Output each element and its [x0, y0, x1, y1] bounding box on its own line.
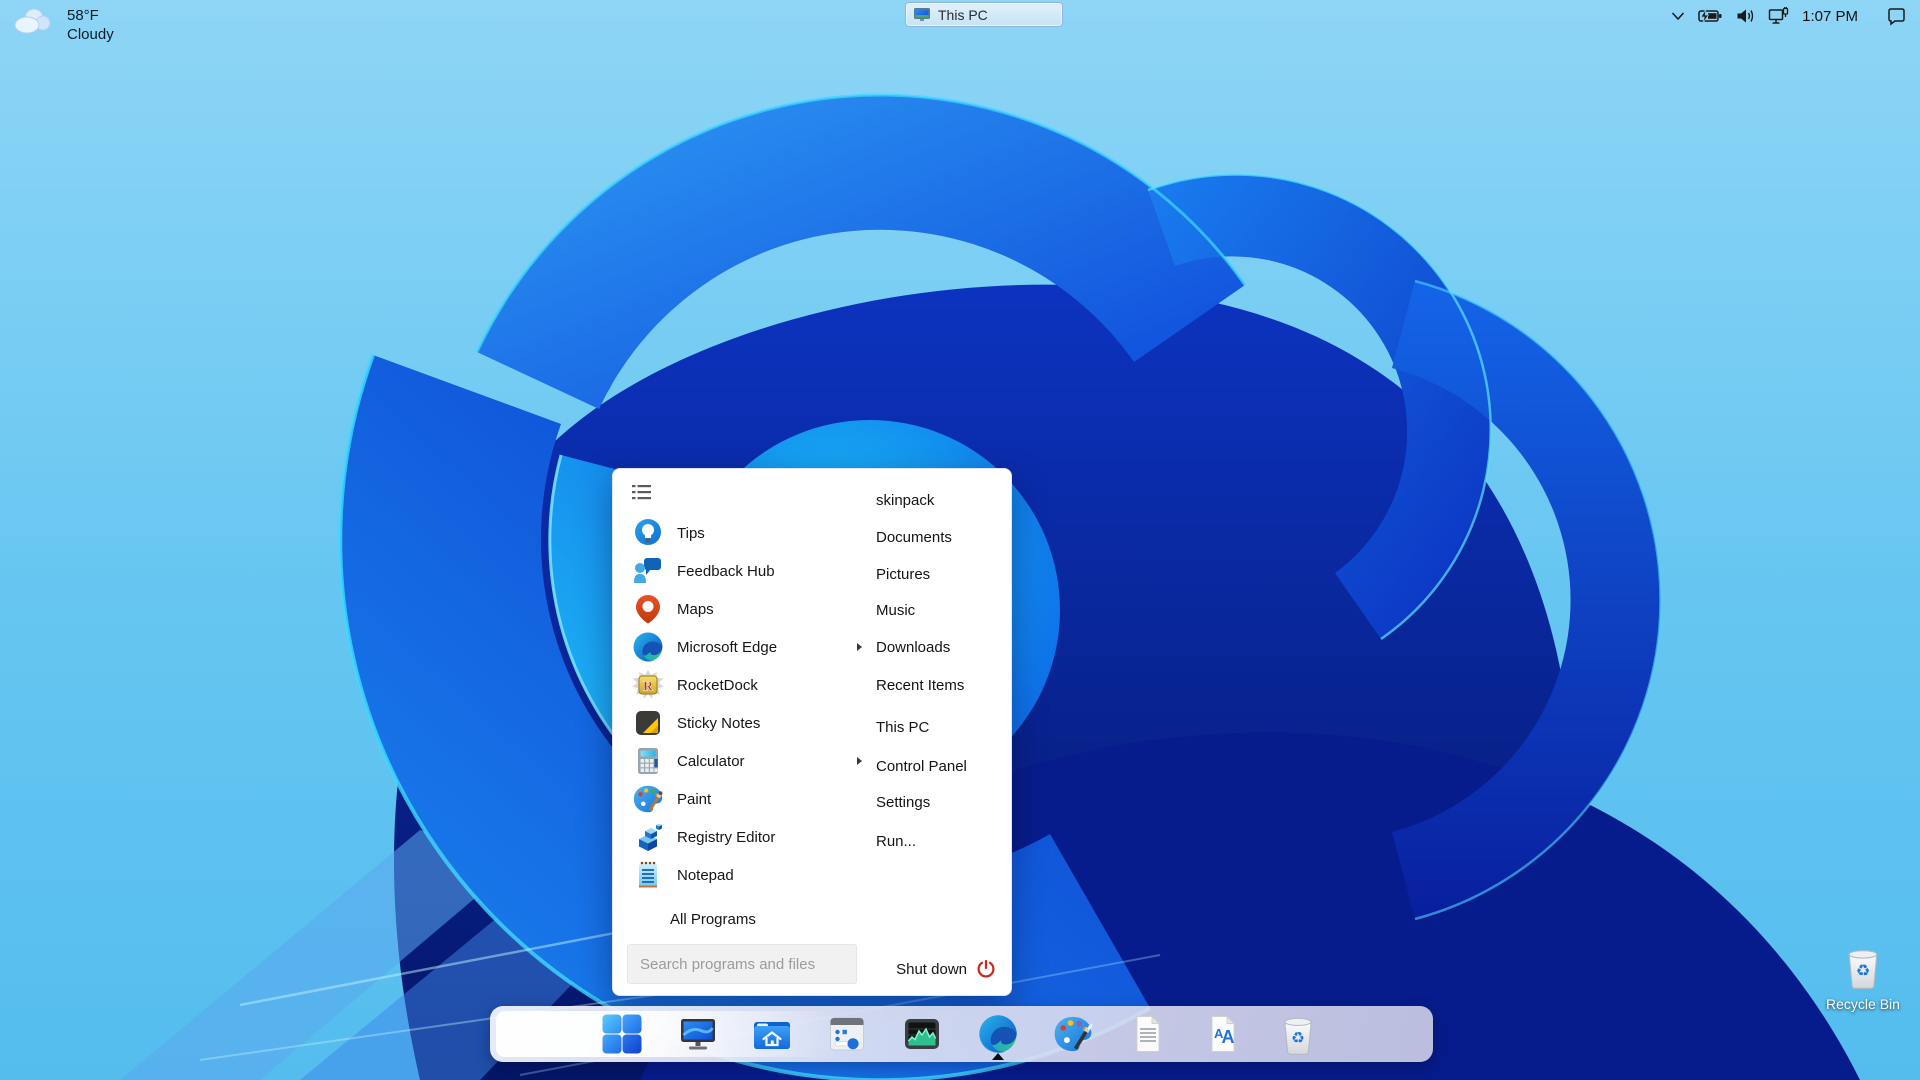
- recycle-bin-label: Recycle Bin: [1822, 996, 1904, 1012]
- computer-icon[interactable]: [676, 1012, 720, 1056]
- search-input[interactable]: [627, 944, 857, 984]
- edge-icon: [631, 630, 665, 664]
- place-music[interactable]: Music: [876, 600, 1001, 622]
- svg-text:♻: ♻: [1291, 1029, 1305, 1047]
- desktop: 58°F Cloudy This PC: [0, 0, 1920, 1080]
- registry-editor-icon: [631, 820, 665, 854]
- document-icon[interactable]: [1125, 1012, 1169, 1056]
- fonts-icon[interactable]: A A: [1200, 1012, 1244, 1056]
- weather-temperature: 58°F: [67, 6, 114, 25]
- menu-item-notepad[interactable]: Notepad: [631, 856, 864, 894]
- place-documents[interactable]: Documents: [876, 527, 1001, 549]
- weather-condition: Cloudy: [67, 25, 114, 44]
- task-manager-icon[interactable]: [900, 1012, 944, 1056]
- rocketdock-icon: R: [631, 668, 665, 702]
- menu-item-label: Tips: [677, 525, 705, 542]
- place-control-panel[interactable]: Control Panel: [876, 756, 1001, 778]
- place-downloads[interactable]: Downloads: [876, 637, 1001, 659]
- start-menu-user[interactable]: skinpack: [876, 490, 1001, 512]
- recycle-bin-dock-icon[interactable]: ♻: [1276, 1012, 1320, 1056]
- start-menu: Tips Feedback Hub Maps: [612, 468, 1012, 996]
- menu-item-label: Registry Editor: [677, 829, 775, 846]
- menu-item-label: Paint: [677, 791, 711, 808]
- clock[interactable]: 1:07 PM: [1802, 8, 1858, 25]
- shutdown-label: Shut down: [896, 961, 967, 978]
- menu-item-microsoft-edge[interactable]: Microsoft Edge: [631, 628, 864, 666]
- feedback-hub-icon: [631, 554, 665, 588]
- submenu-arrow-icon: [857, 643, 862, 651]
- monitor-icon: [913, 7, 931, 23]
- svg-text:R: R: [643, 680, 654, 695]
- svg-text:♻: ♻: [1856, 961, 1870, 980]
- maps-icon: [631, 592, 665, 626]
- recycle-bin-icon: ♻: [1840, 944, 1886, 990]
- place-pictures[interactable]: Pictures: [876, 564, 1001, 586]
- sticky-notes-icon: [631, 706, 665, 740]
- menu-item-sticky-notes[interactable]: Sticky Notes: [631, 704, 864, 742]
- battery-charging-icon[interactable]: [1698, 7, 1723, 25]
- cloud-icon: [12, 6, 54, 36]
- menu-item-maps[interactable]: Maps: [631, 590, 864, 628]
- svg-text:A: A: [1222, 1027, 1235, 1047]
- power-icon: [976, 959, 996, 979]
- notepad-icon: [631, 858, 665, 892]
- menu-item-label: Notepad: [677, 867, 734, 884]
- shutdown-button[interactable]: Shut down: [896, 959, 996, 979]
- menu-item-label: RocketDock: [677, 677, 758, 694]
- system-tray: 1:07 PM: [1671, 4, 1906, 28]
- edge-running-indicator: [992, 1053, 1004, 1060]
- menu-item-rocketdock[interactable]: R RocketDock: [631, 666, 864, 704]
- menu-item-feedback-hub[interactable]: Feedback Hub: [631, 552, 864, 590]
- tips-icon: [631, 516, 665, 550]
- menu-item-label: Sticky Notes: [677, 715, 760, 732]
- all-programs-button[interactable]: All Programs: [670, 901, 756, 939]
- paint-icon: [631, 782, 665, 816]
- calculator-icon: [631, 744, 665, 778]
- network-icon[interactable]: [1768, 7, 1789, 26]
- file-explorer-icon[interactable]: [749, 1012, 793, 1056]
- menu-item-paint[interactable]: Paint: [631, 780, 864, 818]
- menu-item-tips[interactable]: Tips: [631, 514, 864, 552]
- submenu-arrow-icon: [857, 757, 862, 765]
- microsoft-edge-icon[interactable]: [976, 1012, 1020, 1056]
- place-run[interactable]: Run...: [876, 831, 1001, 853]
- windows-start-icon[interactable]: [600, 1012, 644, 1056]
- notifications-icon[interactable]: [1887, 7, 1906, 26]
- volume-icon[interactable]: [1736, 7, 1755, 25]
- tray-expand-chevron-icon[interactable]: [1671, 11, 1685, 21]
- this-pc-tab[interactable]: This PC: [905, 2, 1063, 27]
- list-view-icon[interactable]: [631, 482, 653, 502]
- place-recent-items[interactable]: Recent Items: [876, 675, 1001, 697]
- control-panel-icon[interactable]: [825, 1012, 869, 1056]
- recycle-bin-desktop-icon[interactable]: ♻ Recycle Bin: [1822, 944, 1904, 1012]
- menu-item-calculator[interactable]: Calculator: [631, 742, 864, 780]
- paint-icon[interactable]: [1051, 1012, 1095, 1056]
- menu-item-label: Calculator: [677, 753, 745, 770]
- menu-item-label: Microsoft Edge: [677, 639, 777, 656]
- menu-item-label: Maps: [677, 601, 714, 618]
- place-this-pc[interactable]: This PC: [876, 717, 1001, 739]
- taskbar-dock: A A ♻: [490, 1006, 1433, 1062]
- menu-item-registry-editor[interactable]: Registry Editor: [631, 818, 864, 856]
- menu-item-label: Feedback Hub: [677, 563, 775, 580]
- tab-title: This PC: [938, 7, 988, 23]
- place-settings[interactable]: Settings: [876, 792, 1001, 814]
- weather-widget[interactable]: 58°F Cloudy: [12, 6, 114, 44]
